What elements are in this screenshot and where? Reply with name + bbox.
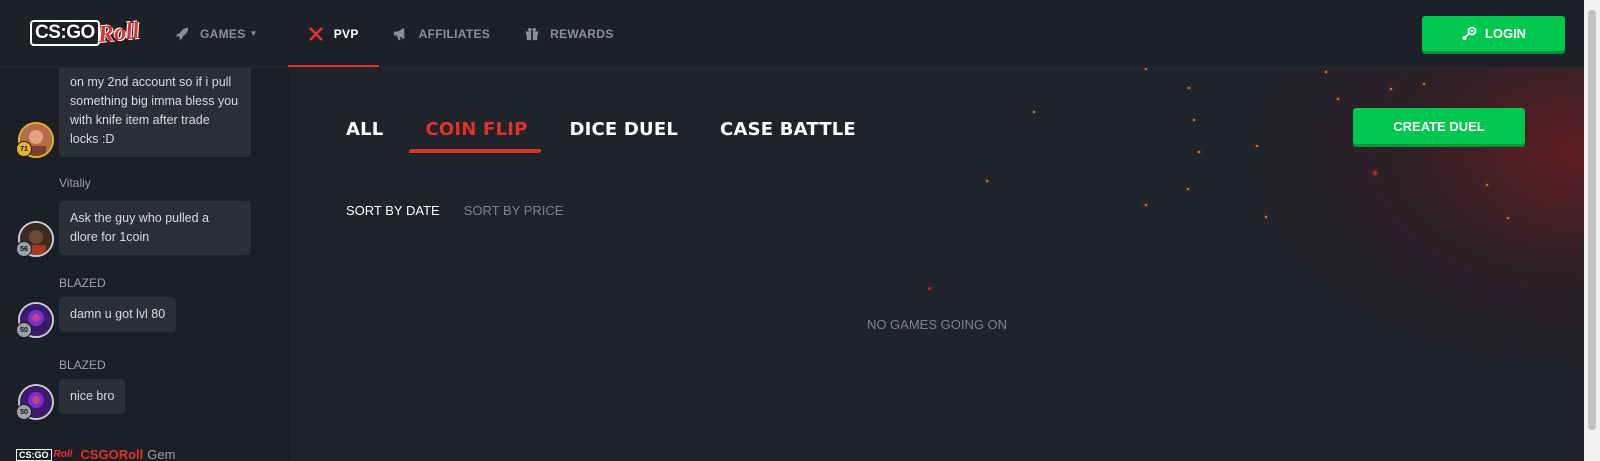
spark xyxy=(1337,98,1339,100)
chat-bubble: damn u got lvl 80 xyxy=(59,297,177,332)
tab-dice-duel[interactable]: DICE DUEL xyxy=(569,119,678,140)
scrollbar-thumb[interactable] xyxy=(1588,10,1596,430)
spark xyxy=(1193,119,1195,121)
spark xyxy=(928,287,931,290)
level-badge: 71 xyxy=(16,141,32,157)
top-header: CS:GO Roll GAMES ▼ PVP AFFILIATES REWARD… xyxy=(0,0,1584,68)
sort-by-price[interactable]: SORT BY PRICE xyxy=(464,203,564,218)
logo-csgo-text: CS:GO xyxy=(30,20,100,46)
mini-logo: CS:GO xyxy=(16,448,52,461)
spark xyxy=(1256,145,1258,147)
chevron-down-icon: ▼ xyxy=(249,29,258,38)
chat-username[interactable]: Vitaliy xyxy=(59,176,91,190)
spark xyxy=(1373,171,1377,175)
sort-options: SORT BY DATE SORT BY PRICE xyxy=(346,203,587,218)
chat-username[interactable]: BLAZED xyxy=(59,358,106,372)
nav-rewards-label: REWARDS xyxy=(550,26,614,41)
chat-bubble: nice bro xyxy=(59,379,126,414)
gift-icon xyxy=(524,26,540,42)
spark xyxy=(1198,151,1200,153)
chat-sidebar[interactable]: on my 2nd account so if i pull something… xyxy=(0,67,290,461)
spark xyxy=(1325,71,1327,73)
level-badge: 50 xyxy=(16,322,32,338)
spark xyxy=(1265,216,1267,218)
spark xyxy=(986,180,988,182)
tab-all[interactable]: ALL xyxy=(346,119,383,140)
spark xyxy=(1187,188,1189,190)
spark xyxy=(1145,68,1147,70)
spark xyxy=(1390,88,1392,90)
megaphone-icon xyxy=(393,26,409,42)
create-duel-button[interactable]: CREATE DUEL xyxy=(1353,108,1525,144)
spark xyxy=(1507,217,1509,219)
nav-pvp-label: PVP xyxy=(333,26,359,41)
chat-bubble: on my 2nd account so if i pull something… xyxy=(59,67,251,157)
page-scrollbar[interactable] xyxy=(1584,0,1600,461)
chat-bubble: Ask the guy who pulled a dlore for 1coin xyxy=(59,201,251,255)
spark xyxy=(1033,111,1035,113)
chat-rank: Gem xyxy=(147,447,176,461)
chat-username[interactable]: BLAZED xyxy=(59,276,106,290)
spark xyxy=(1145,204,1147,206)
sort-by-date[interactable]: SORT BY DATE xyxy=(346,203,440,218)
tab-case-battle[interactable]: CASE BATTLE xyxy=(720,119,856,140)
nav-games-label: GAMES xyxy=(200,26,246,41)
steam-icon xyxy=(1461,26,1477,42)
rocket-icon xyxy=(174,26,190,42)
logo-roll-text: Roll xyxy=(96,17,141,48)
mini-logo-roll: Roll xyxy=(53,449,73,460)
spark xyxy=(1188,87,1190,89)
spark xyxy=(1423,83,1425,85)
nav-affiliates-label: AFFILIATES xyxy=(418,26,491,41)
pvp-main: ALL COIN FLIP DICE DUEL CASE BATTLE CREA… xyxy=(290,67,1584,461)
login-label: LOGIN xyxy=(1484,26,1527,41)
login-button[interactable]: LOGIN xyxy=(1422,16,1565,51)
site-logo[interactable]: CS:GO Roll xyxy=(30,16,141,50)
crossed-swords-icon xyxy=(308,26,324,42)
nav-games[interactable]: GAMES ▼ xyxy=(170,0,278,67)
main-nav: GAMES ▼ PVP AFFILIATES REWARDS xyxy=(170,0,644,67)
level-badge: 50 xyxy=(16,404,32,420)
game-type-tabs: ALL COIN FLIP DICE DUEL CASE BATTLE xyxy=(346,119,898,140)
spark xyxy=(1486,184,1488,186)
chat-username[interactable]: CSGORoll xyxy=(80,447,143,461)
level-badge: 56 xyxy=(16,241,32,257)
nav-rewards[interactable]: REWARDS xyxy=(520,0,633,67)
tab-coin-flip[interactable]: COIN FLIP xyxy=(425,119,527,140)
nav-affiliates[interactable]: AFFILIATES xyxy=(389,0,510,67)
nav-pvp[interactable]: PVP xyxy=(287,0,379,67)
chat-message-system: CS:GO Roll CSGORoll Gem xyxy=(16,447,175,461)
empty-state-text: NO GAMES GOING ON xyxy=(866,317,1008,332)
